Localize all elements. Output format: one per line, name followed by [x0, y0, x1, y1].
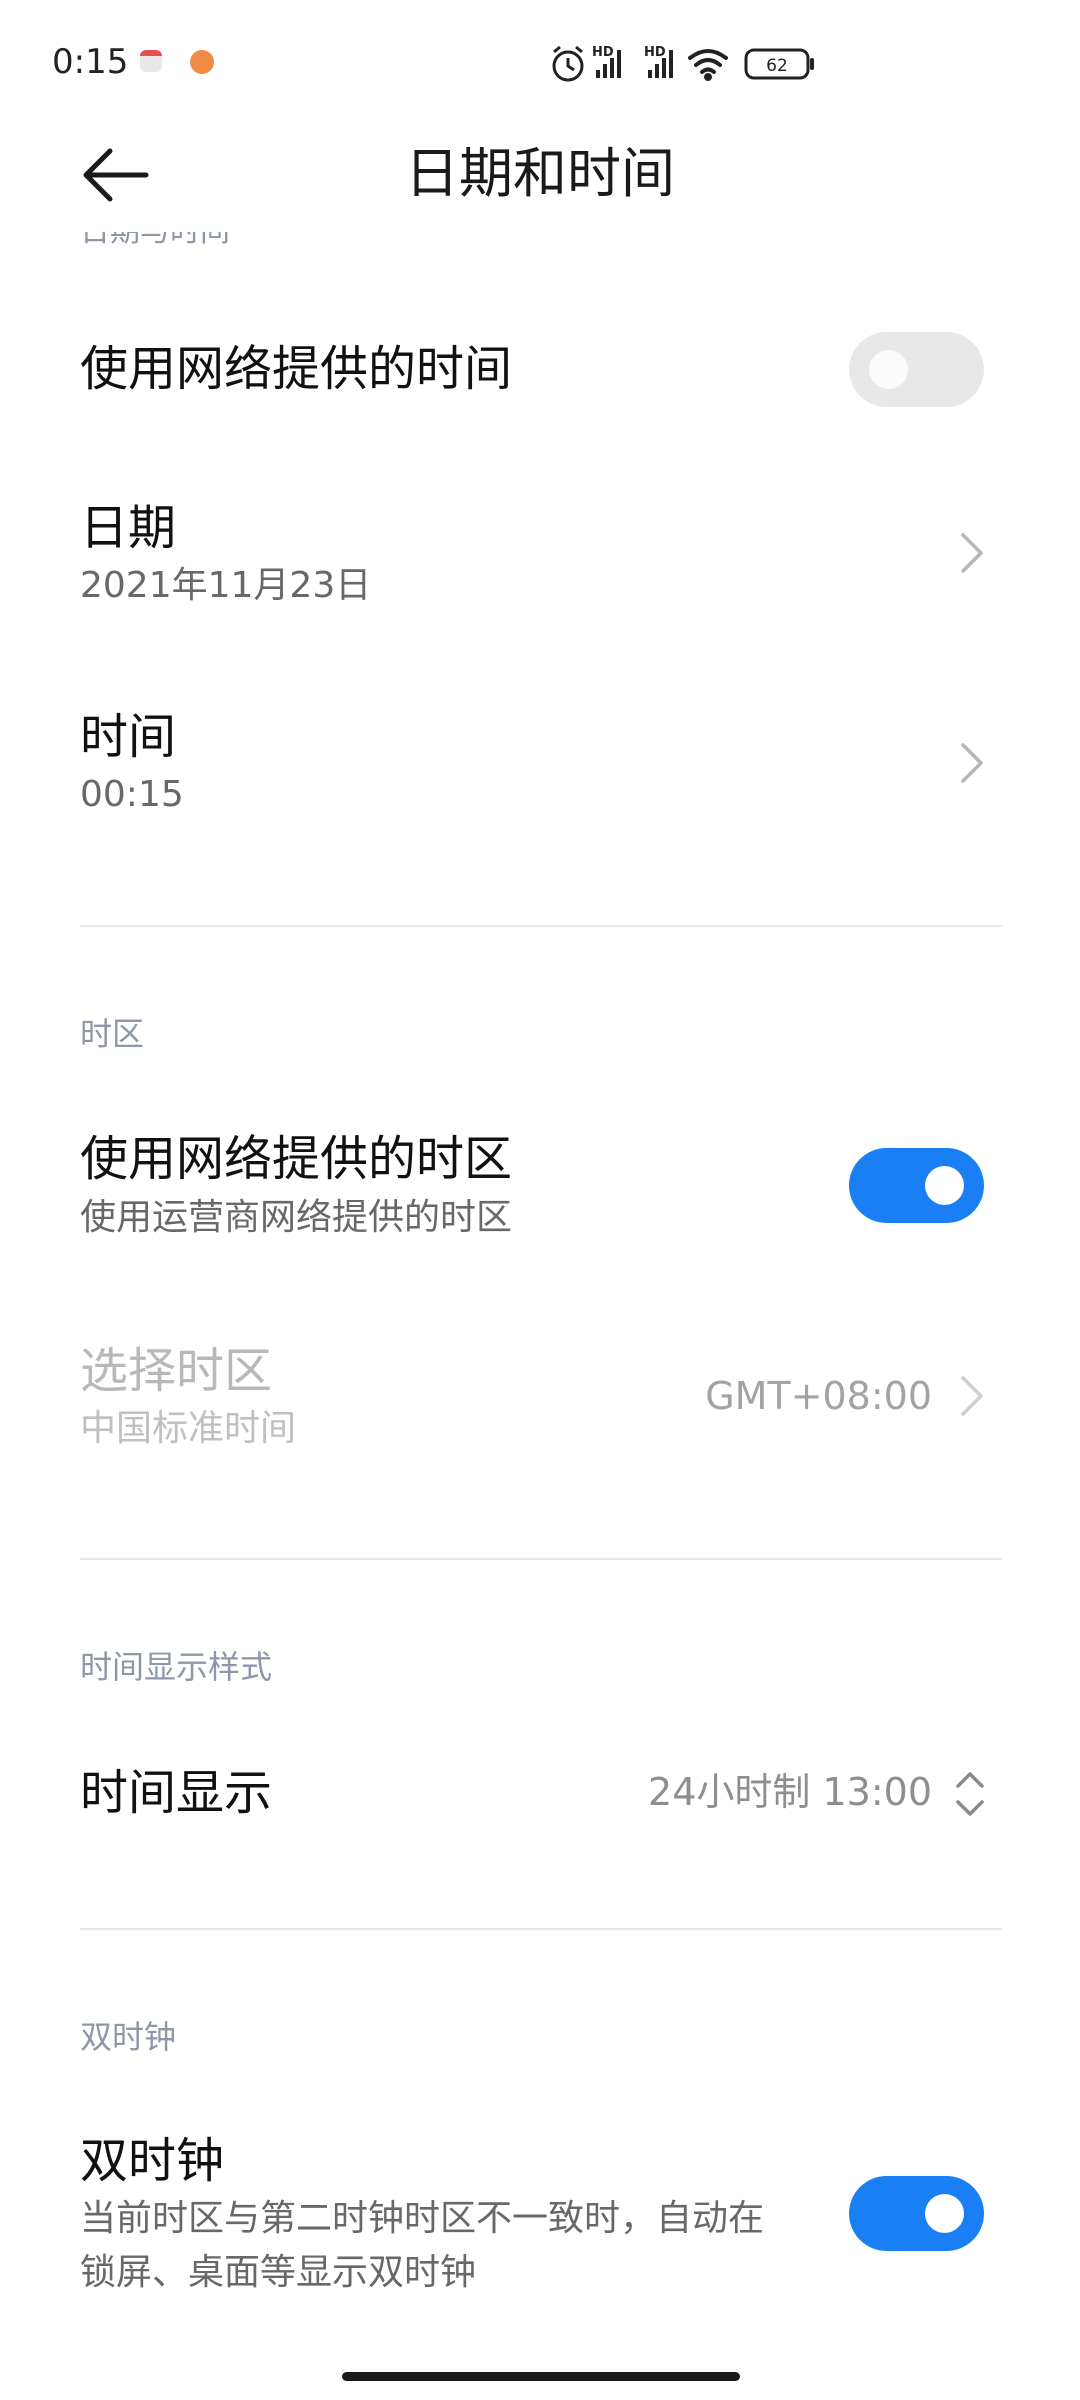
divider [80, 1928, 1002, 1930]
hd-label-1: HD [592, 45, 614, 60]
toggle-knob [925, 2194, 964, 2233]
hd-label-2: HD [644, 45, 666, 60]
dual-clock-title: 双时钟 [80, 2133, 225, 2189]
signal-icon-1: HD [592, 45, 621, 78]
dual-clock-toggle[interactable] [849, 2176, 984, 2251]
signal-icon-2: HD [644, 45, 673, 78]
section-label-time-display: 时间显示样式 [80, 1648, 273, 1686]
dual-clock-subtitle-1: 当前时区与第二时钟时区不一致时，自动在 [80, 2198, 765, 2239]
dual-clock-subtitle-2: 锁屏、桌面等显示双时钟 [80, 2252, 477, 2293]
wifi-icon [688, 49, 728, 81]
section-label-dual-clock: 双时钟 [80, 2018, 177, 2056]
time-title: 时间 [80, 709, 177, 765]
time-format-value: 24小时制 13:00 [648, 1770, 932, 1814]
alarm-icon [552, 45, 584, 82]
timezone-value: GMT+08:00 [705, 1374, 932, 1418]
network-time-title: 使用网络提供的时间 [80, 341, 513, 397]
network-timezone-toggle[interactable] [849, 1148, 984, 1223]
home-indicator[interactable] [342, 2372, 740, 2381]
date-title: 日期 [80, 500, 177, 556]
toggle-knob [925, 1166, 964, 1205]
notification-app-icon [190, 50, 214, 74]
network-time-toggle[interactable] [849, 332, 984, 407]
time-value: 00:15 [80, 774, 184, 815]
page-title: 日期和时间 [405, 142, 675, 205]
battery-level: 62 [766, 56, 788, 76]
battery-icon: 62 [744, 48, 814, 80]
chevron-right-icon [961, 533, 983, 573]
chevron-right-icon [961, 1376, 983, 1416]
divider [80, 925, 1002, 927]
status-time: 0:15 [52, 42, 129, 82]
section-label-date-time: 日期与时间 [80, 232, 230, 268]
status-icons: HD HD 62 [552, 45, 814, 82]
time-format-title: 时间显示 [80, 1765, 273, 1821]
section-label-timezone: 时区 [80, 1015, 145, 1053]
date-value: 2021年11月23日 [80, 565, 372, 606]
network-timezone-subtitle: 使用运营商网络提供的时区 [80, 1197, 513, 1238]
chevron-right-icon [961, 743, 983, 783]
select-timezone-subtitle: 中国标准时间 [80, 1408, 297, 1449]
notification-calendar-icon [140, 50, 162, 72]
toggle-knob [869, 350, 908, 389]
network-timezone-title: 使用网络提供的时区 [80, 1131, 513, 1187]
up-down-chevron-icon [956, 1772, 984, 1816]
divider [80, 1558, 1002, 1560]
select-timezone-title: 选择时区 [80, 1343, 273, 1399]
